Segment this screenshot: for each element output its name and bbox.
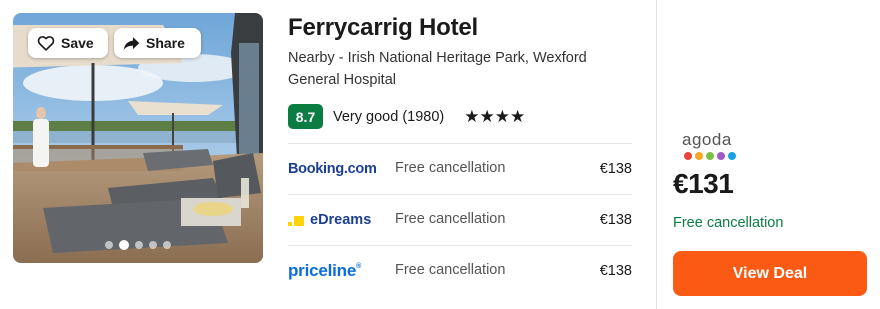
edreams-logo: eDreams [288, 195, 371, 245]
offer-cancellation: Free cancellation [395, 262, 506, 278]
booking-logo: Booking.com [288, 161, 377, 177]
offer-row-booking[interactable]: Booking.com Free cancellation €138 [288, 143, 632, 194]
nearby-landmarks: Nearby - Irish National Heritage Park, W… [288, 50, 587, 88]
carousel-dots [13, 240, 263, 250]
share-label: Share [146, 35, 185, 51]
save-label: Save [61, 35, 94, 51]
carousel-dot-active[interactable] [119, 240, 129, 250]
column-divider [656, 0, 657, 309]
hotel-name[interactable]: Ferrycarrig Hotel [288, 14, 478, 42]
hotel-result-card: Save Share Ferrycarrig Hotel Nearby - Ir… [0, 0, 880, 309]
carousel-dot[interactable] [149, 241, 157, 249]
priceline-logo: priceline® [288, 261, 362, 280]
share-arrow-icon [123, 36, 140, 51]
save-button[interactable]: Save [28, 28, 108, 58]
view-deal-button[interactable]: View Deal [673, 251, 867, 296]
share-button[interactable]: Share [114, 28, 201, 58]
offer-price: €138 [599, 263, 632, 279]
carousel-dot[interactable] [135, 241, 143, 249]
edreams-mark-icon [288, 216, 304, 226]
best-deal-price: €131 [673, 168, 734, 199]
offer-cancellation: Free cancellation [395, 211, 506, 227]
offer-price: €138 [599, 212, 632, 228]
hotel-photo[interactable]: Save Share [13, 13, 263, 263]
offer-row-priceline[interactable]: priceline® Free cancellation €138 [288, 245, 632, 296]
hotel-stars: ★★★★ [464, 106, 526, 126]
rating-row: 8.7 Very good (1980) ★★★★ [288, 104, 525, 129]
carousel-dot[interactable] [105, 241, 113, 249]
offer-cancellation: Free cancellation [395, 160, 506, 176]
heart-icon [37, 35, 55, 51]
review-score-badge: 8.7 [288, 104, 323, 129]
offer-row-edreams[interactable]: eDreams Free cancellation €138 [288, 194, 632, 245]
provider-offers-list: Booking.com Free cancellation €138 eDrea… [288, 143, 632, 296]
carousel-dot[interactable] [163, 241, 171, 249]
best-deal-cancellation: Free cancellation [673, 215, 784, 231]
offer-price: €138 [599, 161, 632, 177]
rating-text: Very good (1980) [333, 108, 445, 125]
agoda-logo: agoda [682, 130, 746, 166]
